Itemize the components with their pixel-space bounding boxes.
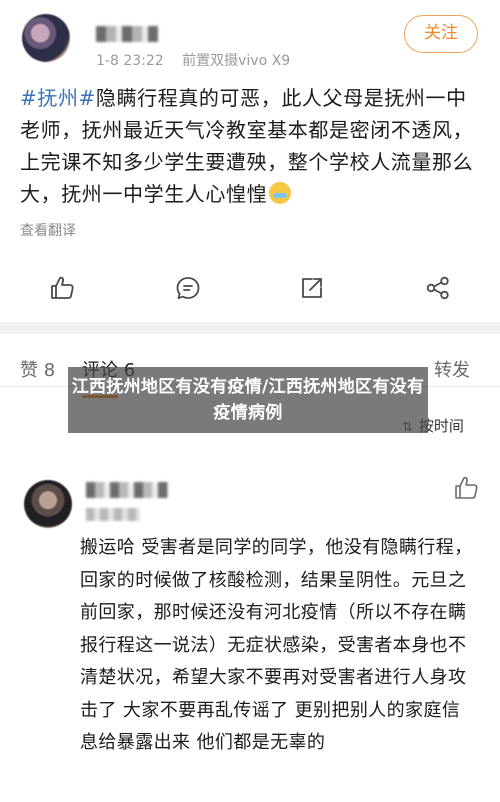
- comment-text: 搬运哈 受害者是同学的同学，他没有隐瞒行程，回家的时候做了核酸检测，结果呈阴性。…: [80, 537, 473, 753]
- repost-icon: [302, 278, 322, 298]
- share-button[interactable]: [418, 268, 458, 308]
- comment-button[interactable]: [168, 268, 208, 308]
- topic-link[interactable]: #抚州#: [20, 86, 96, 110]
- section-divider: [0, 322, 500, 334]
- crying-face-emoji-icon: [269, 182, 292, 204]
- thumbs-up-icon: [51, 276, 74, 299]
- commenter-avatar[interactable]: [24, 480, 72, 528]
- title-overlay-banner: 江西抚州地区有没有疫情/江西抚州地区有没有疫情病例: [68, 367, 428, 433]
- weibo-post: 1-8 23:22 前置双摄vivo X9 关注 #抚州#隐瞒行程真的可恶，此人…: [0, 0, 500, 322]
- repost-button[interactable]: [292, 268, 332, 308]
- commenter-name-redacted[interactable]: [86, 482, 168, 498]
- tab-reposts[interactable]: 转发: [434, 356, 470, 382]
- thumbs-up-icon: [455, 476, 478, 499]
- post-meta: 1-8 23:22 前置双摄vivo X9: [96, 50, 304, 70]
- like-button[interactable]: [42, 268, 82, 308]
- post-time: 1-8 23:22: [96, 53, 164, 69]
- follow-button[interactable]: 关注: [404, 15, 478, 53]
- share-icon: [426, 276, 449, 300]
- tab-likes[interactable]: 赞 8: [20, 356, 55, 382]
- avatar[interactable]: [22, 14, 70, 62]
- username-redacted[interactable]: [96, 26, 158, 42]
- comment-meta-redacted: [86, 508, 140, 521]
- post-action-bar: [0, 268, 500, 308]
- comment-like-button[interactable]: [452, 474, 480, 502]
- post-text: #抚州#隐瞒行程真的可恶，此人父母是抚州一中老师，抚州最近天气冷教室基本都是密闭…: [20, 82, 482, 210]
- comment-icon: [176, 277, 200, 299]
- translate-link[interactable]: 查看翻译: [20, 220, 76, 240]
- post-device: 前置双摄vivo X9: [182, 53, 291, 69]
- comment-item: 搬运哈 受害者是同学的同学，他没有隐瞒行程，回家的时候做了核酸检测，结果呈阴性。…: [0, 460, 500, 802]
